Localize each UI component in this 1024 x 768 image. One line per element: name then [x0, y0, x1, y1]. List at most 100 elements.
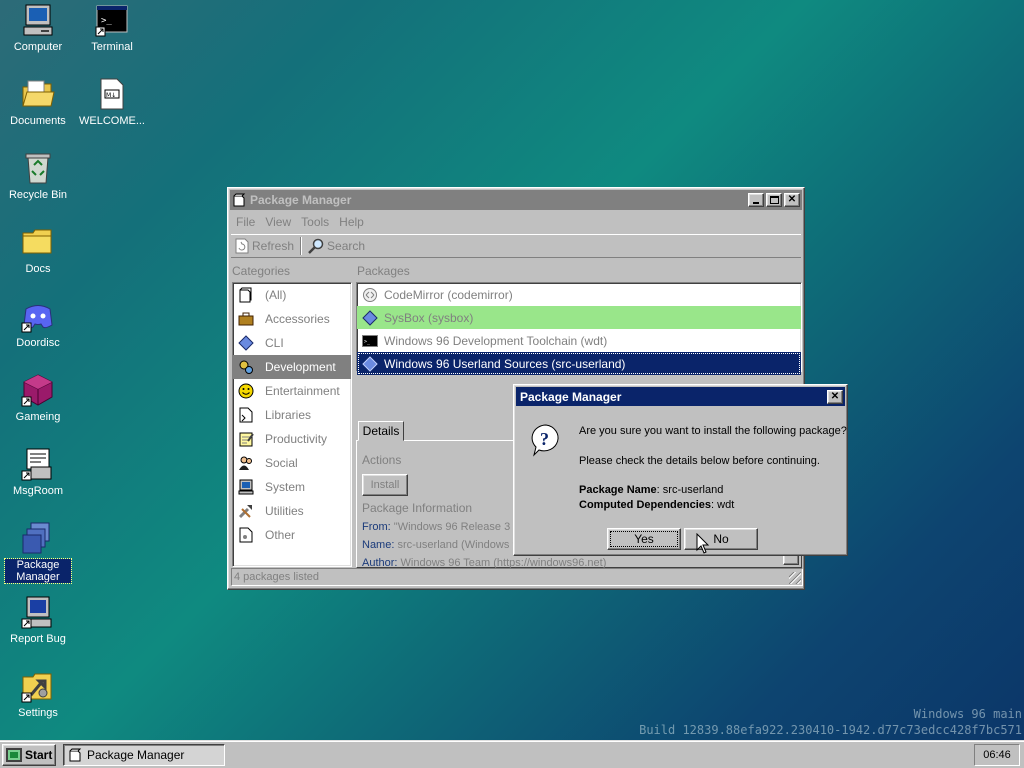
package-label: SysBox (sysbox): [384, 310, 474, 325]
category-item-social[interactable]: Social: [233, 451, 351, 475]
tab-details[interactable]: Details: [358, 421, 404, 441]
menu-file[interactable]: File: [231, 215, 260, 229]
menu-help[interactable]: Help: [334, 215, 369, 229]
maximize-button[interactable]: [766, 193, 782, 207]
desktop-icon-label: WELCOME...: [78, 115, 145, 127]
category-label: Accessories: [265, 312, 330, 326]
all-icon: [237, 286, 255, 304]
package-info-heading: Package Information: [362, 501, 473, 515]
install-button[interactable]: Install: [362, 474, 408, 496]
refresh-button[interactable]: Refresh: [231, 238, 298, 254]
category-item-entertainment[interactable]: Entertainment: [233, 379, 351, 403]
yes-button[interactable]: Yes: [607, 528, 681, 550]
packages-heading: Packages: [357, 264, 410, 278]
markdown-file-icon: M↓: [95, 77, 129, 111]
category-label: Other: [265, 528, 296, 542]
desktop-icon-label: Package Manager: [4, 558, 72, 584]
category-item-system[interactable]: System: [233, 475, 351, 499]
codemirror-icon: [361, 287, 379, 303]
category-label: CLI: [265, 336, 284, 350]
info-name-value: src-userland (Windows 9: [397, 539, 519, 551]
desktop-icon-msgroom[interactable]: MsgRoom: [1, 447, 75, 497]
category-item-libraries[interactable]: Libraries: [233, 403, 351, 427]
category-item-productivity[interactable]: Productivity: [233, 427, 351, 451]
category-label: Development: [265, 360, 336, 374]
window-titlebar[interactable]: Package Manager ✕: [230, 190, 802, 210]
desktop-icon-settings[interactable]: Settings: [1, 669, 75, 719]
category-item-utilities[interactable]: Utilities: [233, 499, 351, 523]
category-item-all[interactable]: (All): [233, 283, 351, 307]
package-item-sysbox[interactable]: SysBox (sysbox): [357, 306, 801, 329]
dialog-titlebar[interactable]: Package Manager ✕: [516, 387, 845, 406]
desktop-icon-docs[interactable]: Docs: [1, 225, 75, 275]
toolbar-separator: [300, 237, 303, 255]
refresh-label: Refresh: [252, 239, 295, 253]
status-bar: 4 packages listed: [231, 568, 803, 586]
minimize-button[interactable]: [748, 193, 764, 207]
folder-icon: [21, 225, 55, 259]
info-name-row: Name: src-userland (Windows 9: [362, 539, 519, 551]
info-name-key: Name:: [362, 539, 395, 551]
category-item-other[interactable]: Other: [233, 523, 351, 547]
category-item-cli[interactable]: CLI: [233, 331, 351, 355]
monitor-icon: [237, 478, 255, 496]
people-icon: [237, 454, 255, 472]
confirm-dialog: Package Manager ✕ ? Are you sure you wan…: [513, 384, 848, 556]
desktop-icon-package-manager[interactable]: Package Manager: [1, 521, 75, 584]
package-item-codemirror[interactable]: CodeMirror (codemirror): [357, 283, 801, 306]
terminal-icon: >_: [95, 3, 129, 37]
desktop-icon-gameing[interactable]: Gameing: [1, 373, 75, 423]
close-button[interactable]: ✕: [784, 193, 800, 207]
packages-list: CodeMirror (codemirror) SysBox (sysbox) …: [356, 282, 802, 375]
desktop-icon-terminal[interactable]: >_ Terminal: [75, 3, 149, 53]
category-label: Utilities: [265, 504, 304, 518]
mouse-cursor-icon: [696, 532, 710, 558]
build-watermark-line2: Build 12839.88efa922.230410-1942.d77c73e…: [639, 723, 1022, 737]
dialog-close-button[interactable]: ✕: [827, 389, 843, 404]
package-label: Windows 96 Development Toolchain (wdt): [384, 333, 608, 348]
info-from-value: "Windows 96 Release 3: [393, 521, 511, 533]
build-watermark-line1: Windows 96 main: [913, 707, 1022, 721]
app-icon: [68, 748, 82, 762]
category-item-accessories[interactable]: Accessories: [233, 307, 351, 331]
notepad-icon: [237, 430, 255, 448]
desktop-icon-computer[interactable]: Computer: [1, 3, 75, 53]
package-name-value: : src-userland: [656, 484, 724, 496]
folder-open-icon: [21, 77, 55, 111]
close-icon: ✕: [787, 194, 797, 205]
category-item-development[interactable]: Development: [233, 355, 351, 379]
maximize-icon: [769, 196, 779, 204]
taskbar-item-label: Package Manager: [87, 748, 185, 762]
start-button[interactable]: Start: [2, 744, 56, 766]
desktop-icon-recycle-bin[interactable]: Recycle Bin: [1, 151, 75, 201]
discord-icon: [21, 299, 55, 333]
menu-view[interactable]: View: [260, 215, 296, 229]
toolbar: Refresh Search: [231, 234, 801, 258]
desktop-icon-label: MsgRoom: [12, 485, 64, 497]
tools-icon: [237, 502, 255, 520]
svg-text:>_: >_: [101, 16, 112, 26]
dialog-deps-row: Computed Dependencies: wdt: [579, 499, 734, 511]
category-label: Social: [265, 456, 298, 470]
question-icon: ?: [530, 423, 562, 460]
taskbar-item-package-manager[interactable]: Package Manager: [63, 744, 225, 766]
library-icon: [237, 406, 255, 424]
search-icon: [308, 238, 324, 254]
category-label: Entertainment: [265, 384, 340, 398]
category-label: Libraries: [265, 408, 312, 422]
menu-tools[interactable]: Tools: [296, 215, 334, 229]
resize-grip-icon[interactable]: [789, 572, 801, 584]
terminal-icon: >_: [361, 333, 379, 349]
desktop-icon-report-bug[interactable]: Report Bug: [1, 595, 75, 645]
desktop-icon-documents[interactable]: Documents: [1, 77, 75, 127]
desktop-icon-doordisc[interactable]: Doordisc: [1, 299, 75, 349]
package-item-src-userland[interactable]: Windows 96 Userland Sources (src-userlan…: [357, 352, 801, 375]
clock: 06:46: [974, 744, 1020, 766]
taskbar: Start Package Manager 06:46: [0, 740, 1024, 768]
chat-icon: [21, 447, 55, 481]
package-item-wdt[interactable]: >_ Windows 96 Development Toolchain (wdt…: [357, 329, 801, 352]
search-button[interactable]: Search: [304, 238, 369, 254]
desktop-icon-welcome[interactable]: M↓ WELCOME...: [75, 77, 149, 127]
dialog-title: Package Manager: [520, 389, 622, 404]
dialog-package-name-row: Package Name: src-userland: [579, 484, 723, 496]
